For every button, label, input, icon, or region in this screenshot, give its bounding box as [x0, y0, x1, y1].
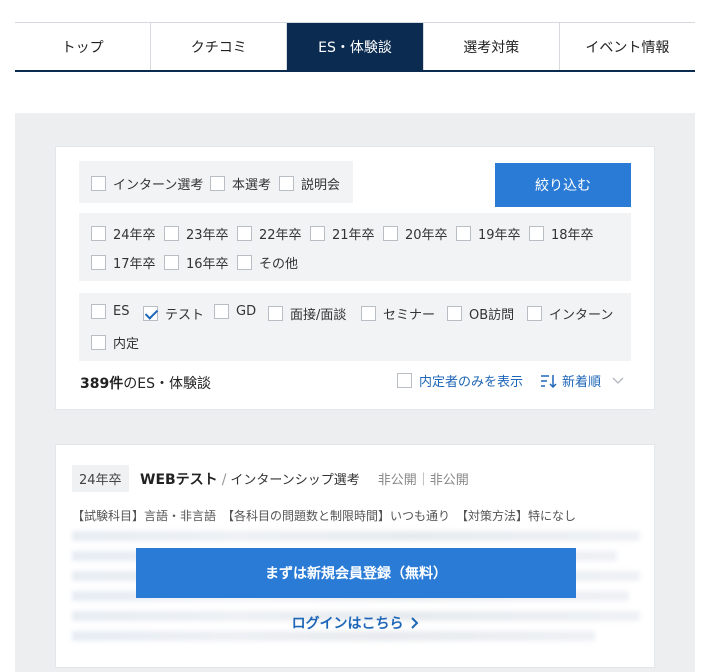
sort-icon	[541, 374, 557, 388]
chevron-down-icon	[612, 377, 624, 384]
category-option-test[interactable]: テスト	[143, 304, 204, 323]
checkbox[interactable]	[383, 226, 398, 241]
type-option-honsenko[interactable]: 本選考	[210, 174, 271, 193]
year-badge: 24年卒	[72, 465, 129, 492]
checkbox[interactable]	[214, 304, 229, 319]
checkbox[interactable]	[91, 226, 106, 241]
checkbox[interactable]	[456, 226, 471, 241]
tab-kuchikomi[interactable]: クチコミ	[151, 23, 288, 70]
year-option[interactable]: 24年卒	[91, 224, 156, 243]
checkbox[interactable]	[268, 306, 283, 321]
check-icon[interactable]	[143, 306, 158, 321]
filter-submit-button[interactable]: 絞り込む	[495, 163, 631, 207]
sort-select[interactable]: 新着順	[540, 371, 624, 390]
review-heading: WEBテスト / インターンシップ選考 非公開｜非公開	[140, 469, 469, 489]
login-link[interactable]: ログインはこちら	[56, 613, 656, 633]
checkbox[interactable]	[361, 306, 376, 321]
checkbox[interactable]	[210, 176, 225, 191]
category-option-interview[interactable]: 面接/面談	[268, 304, 346, 323]
filter-panel: インターン選考 本選考 説明会 絞り込む 24年卒 23年卒 22年卒 21年卒…	[55, 146, 655, 410]
tab-senko-taisaku[interactable]: 選考対策	[424, 23, 560, 70]
checkbox[interactable]	[164, 255, 179, 270]
year-option[interactable]: 18年卒	[529, 224, 594, 243]
type-option-setsumeikai[interactable]: 説明会	[279, 174, 340, 193]
year-option[interactable]: 23年卒	[164, 224, 229, 243]
category-option-seminar[interactable]: セミナー	[361, 304, 435, 323]
checkbox[interactable]	[164, 226, 179, 241]
year-option[interactable]: 17年卒	[91, 253, 156, 272]
review-card: 24年卒 WEBテスト / インターンシップ選考 非公開｜非公開 【試験科目】言語・非…	[55, 444, 655, 668]
type-option-intern[interactable]: インターン選考	[91, 174, 203, 193]
checkbox[interactable]	[237, 226, 252, 241]
checkbox[interactable]	[447, 306, 462, 321]
chevron-right-icon	[411, 617, 419, 629]
year-option-other[interactable]: その他	[237, 253, 298, 272]
category-option-naitei[interactable]: 内定	[91, 333, 139, 352]
year-option[interactable]: 16年卒	[164, 253, 229, 272]
checkbox[interactable]	[91, 304, 106, 319]
review-summary: 【試験科目】言語・非言語 【各科目の問題数と制限時間】いつも通り 【対策方法】特…	[72, 509, 577, 523]
checkbox[interactable]	[310, 226, 325, 241]
result-count: 389件のES・体験談	[80, 376, 211, 392]
only-offer-toggle[interactable]: 内定者のみを表示	[397, 371, 523, 390]
visibility-label: 非公開｜非公開	[377, 473, 469, 488]
checkbox[interactable]	[91, 255, 106, 270]
category-option-es[interactable]: ES	[91, 304, 129, 319]
checkbox[interactable]	[397, 373, 412, 388]
checkbox[interactable]	[237, 255, 252, 270]
year-option[interactable]: 20年卒	[383, 224, 448, 243]
checkbox[interactable]	[91, 335, 106, 350]
category-option-gd[interactable]: GD	[214, 304, 256, 319]
register-button[interactable]: まずは新規会員登録（無料）	[136, 548, 576, 598]
year-option[interactable]: 22年卒	[237, 224, 302, 243]
review-title: WEBテスト	[140, 472, 218, 488]
tab-es-taikendan[interactable]: ES・体験談	[287, 23, 424, 70]
review-subtitle: インターンシップ選考	[230, 473, 360, 488]
tab-top[interactable]: トップ	[15, 23, 152, 70]
year-option[interactable]: 21年卒	[310, 224, 375, 243]
year-option[interactable]: 19年卒	[456, 224, 521, 243]
title-separator: /	[221, 472, 227, 488]
tab-event-info[interactable]: イベント情報	[560, 23, 695, 70]
checkbox[interactable]	[527, 306, 542, 321]
checkbox[interactable]	[91, 176, 106, 191]
checkbox[interactable]	[279, 176, 294, 191]
category-option-ob-visit[interactable]: OB訪問	[447, 304, 514, 323]
checkbox[interactable]	[529, 226, 544, 241]
category-option-intern[interactable]: インターン	[527, 304, 613, 323]
tab-bar: トップ クチコミ ES・体験談 選考対策 イベント情報	[15, 22, 695, 72]
